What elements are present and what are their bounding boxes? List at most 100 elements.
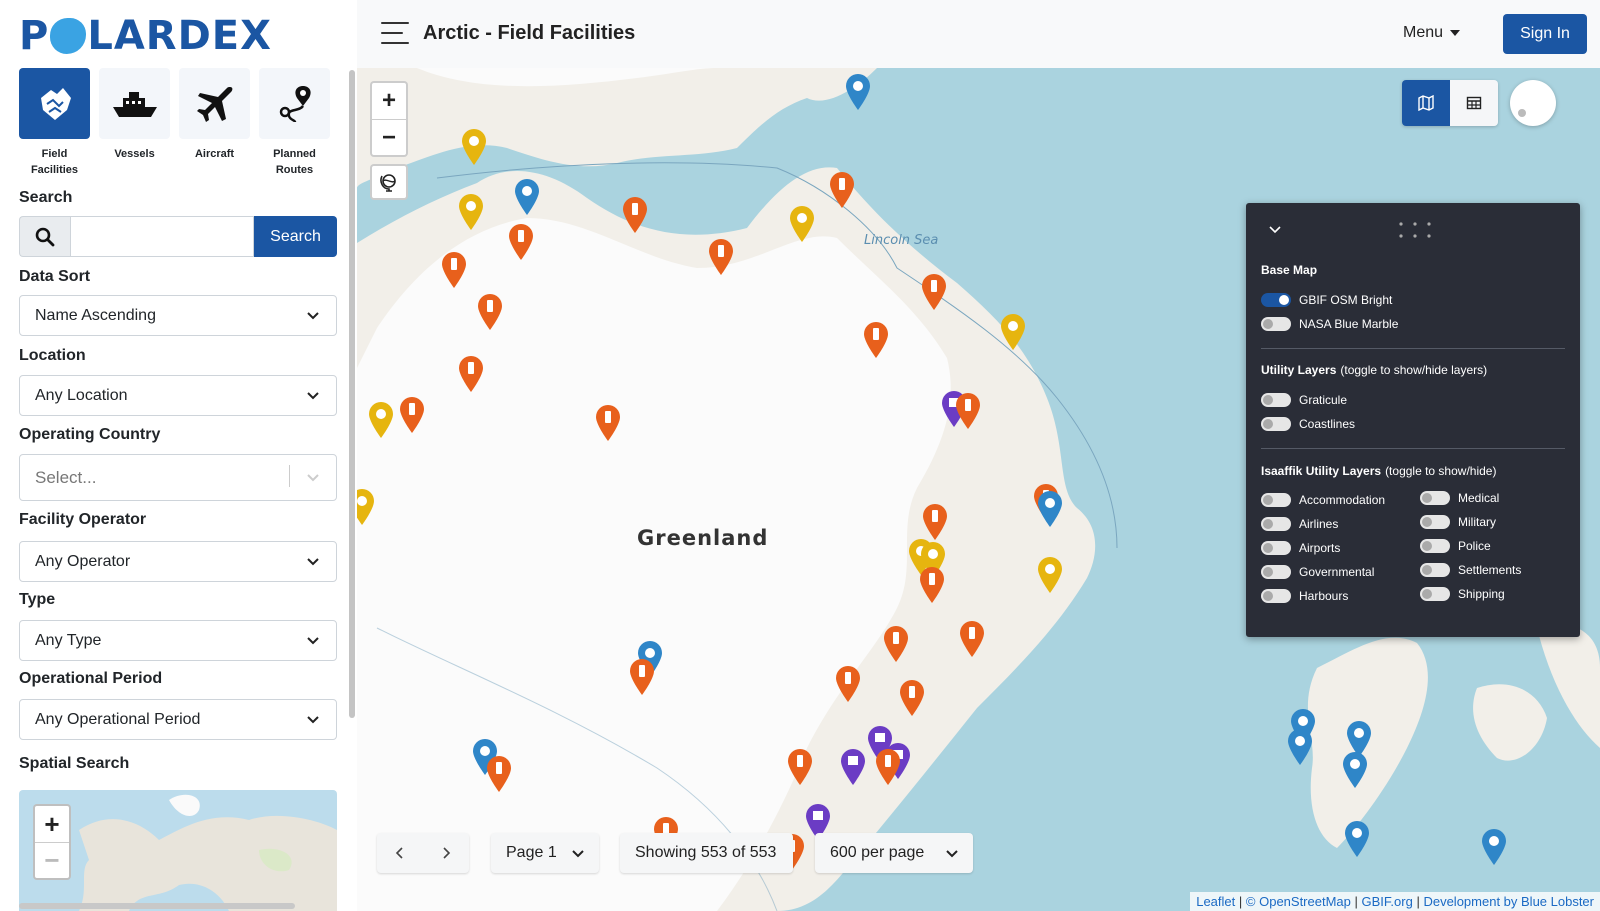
leaflet-link[interactable]: Leaflet [1196,894,1235,909]
map-marker[interactable] [922,503,948,541]
country-select[interactable]: Select... [19,454,337,501]
map-marker[interactable] [1037,556,1063,594]
map-marker[interactable] [863,321,889,359]
map-marker[interactable] [1342,751,1368,789]
category-field-facilities[interactable]: Field Facilities [19,68,90,178]
map-marker[interactable] [629,658,655,696]
sidebar-scrollbar[interactable] [349,70,355,718]
period-select[interactable]: Any Operational Period [19,699,337,740]
spatial-search-map[interactable]: + − [19,790,337,911]
layer-toggle-medical[interactable]: Medical [1420,491,1499,505]
map-marker[interactable] [835,665,861,703]
toggle-switch[interactable] [1420,587,1450,601]
layer-toggle-governmental[interactable]: Governmental [1261,565,1374,579]
zoom-in-button[interactable]: + [372,83,406,119]
category-aircraft[interactable]: Aircraft [179,68,250,178]
map-marker[interactable] [514,178,540,216]
map-marker[interactable] [899,679,925,717]
map-marker[interactable] [919,566,945,604]
map-marker[interactable] [399,396,425,434]
page-select[interactable]: Page 1 [491,833,599,873]
category-vessels[interactable]: Vessels [99,68,170,178]
map-marker[interactable] [622,196,648,234]
map-marker[interactable] [1037,490,1063,528]
map-marker[interactable] [955,392,981,430]
layer-toggle-coastlines[interactable]: Coastlines [1261,417,1355,431]
mini-zoom-out-button[interactable]: − [35,842,69,878]
search-input[interactable] [70,216,254,257]
search-button[interactable]: Search [254,216,337,257]
map-marker[interactable] [789,205,815,243]
operator-select[interactable]: Any Operator [19,541,337,582]
map-marker[interactable] [1000,313,1026,351]
toggle-switch[interactable] [1261,541,1291,555]
mini-zoom-in-button[interactable]: + [35,806,69,842]
toggle-switch[interactable] [1261,393,1291,407]
map-marker[interactable] [458,193,484,231]
previous-page-button[interactable] [377,833,423,873]
sign-in-button[interactable]: Sign In [1503,14,1587,54]
map-marker[interactable] [840,748,866,786]
toggle-switch[interactable] [1261,417,1291,431]
map-view-button[interactable] [1402,80,1450,126]
map-marker[interactable] [486,755,512,793]
map-marker[interactable] [708,238,734,276]
base-map-toggle-gbif[interactable]: GBIF OSM Bright [1261,293,1392,307]
drag-handle-icon[interactable] [1398,221,1432,241]
map-marker[interactable] [595,404,621,442]
map-marker[interactable] [477,293,503,331]
map-marker[interactable] [1344,820,1370,858]
map-marker[interactable] [368,401,394,439]
layer-toggle-accommodation[interactable]: Accommodation [1261,493,1385,507]
layer-toggle-harbours[interactable]: Harbours [1261,589,1348,603]
map-marker[interactable] [441,251,467,289]
hamburger-menu-icon[interactable] [381,22,409,46]
map-marker[interactable] [875,748,901,786]
map-marker[interactable] [921,273,947,311]
toggle-switch[interactable] [1420,563,1450,577]
toggle-switch[interactable] [1261,517,1291,531]
sort-select[interactable]: Name Ascending [19,295,337,336]
table-view-button[interactable] [1450,80,1498,126]
map-marker[interactable] [829,171,855,209]
toggle-switch[interactable] [1261,317,1291,331]
next-page-button[interactable] [423,833,469,873]
toggle-switch[interactable] [1261,565,1291,579]
zoom-out-button[interactable]: − [372,119,406,155]
toggle-switch[interactable] [1261,493,1291,507]
layer-toggle-military[interactable]: Military [1420,515,1496,529]
map-marker[interactable] [845,73,871,111]
polardex-logo[interactable]: P LARDEX [19,13,272,59]
map-marker[interactable] [461,128,487,166]
map-view[interactable]: Greenland Lincoln Sea + − Base Map GBIF … [357,68,1600,911]
developer-link[interactable]: Development by Blue Lobster [1423,894,1594,909]
map-marker[interactable] [1287,728,1313,766]
toggle-switch[interactable] [1420,539,1450,553]
map-marker[interactable] [357,488,375,526]
category-planned-routes[interactable]: Planned Routes [259,68,330,178]
per-page-select[interactable]: 600 per page [815,833,973,873]
gbif-link[interactable]: GBIF.org [1362,894,1413,909]
toggle-switch[interactable] [1420,491,1450,505]
toggle-switch[interactable] [1420,515,1450,529]
sidebar-horizontal-scrollbar[interactable] [19,903,295,909]
globe-projection-button[interactable] [370,164,408,200]
toggle-switch[interactable] [1261,589,1291,603]
chevron-down-icon[interactable] [1268,223,1282,237]
map-marker[interactable] [959,620,985,658]
layer-toggle-settlements[interactable]: Settlements [1420,563,1521,577]
type-select[interactable]: Any Type [19,620,337,661]
map-marker[interactable] [1481,828,1507,866]
layer-toggle-shipping[interactable]: Shipping [1420,587,1505,601]
osm-link[interactable]: © OpenStreetMap [1246,894,1351,909]
location-select[interactable]: Any Location [19,375,337,416]
layer-toggle-police[interactable]: Police [1420,539,1491,553]
base-map-toggle-nasa[interactable]: NASA Blue Marble [1261,317,1398,331]
map-marker[interactable] [883,625,909,663]
layer-toggle-airports[interactable]: Airports [1261,541,1340,555]
layer-toggle-graticule[interactable]: Graticule [1261,393,1347,407]
map-marker[interactable] [787,748,813,786]
layer-toggle-airlines[interactable]: Airlines [1261,517,1338,531]
menu-dropdown[interactable]: Menu [1403,24,1461,42]
map-marker[interactable] [458,355,484,393]
